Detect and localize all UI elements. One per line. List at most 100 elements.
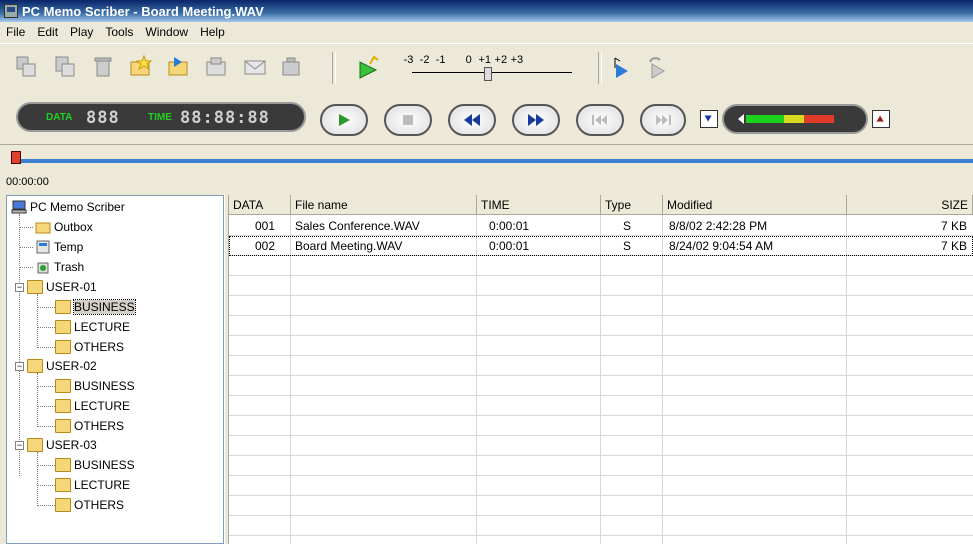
- column-header-size[interactable]: SIZE: [847, 195, 973, 215]
- tree-connector: [19, 227, 33, 228]
- tree-item-user-03-others[interactable]: OTHERS: [55, 496, 124, 514]
- folder-icon: [27, 359, 43, 373]
- menu-file[interactable]: File: [0, 25, 31, 39]
- column-header-data[interactable]: DATA: [229, 195, 291, 215]
- toolbar-separator: [332, 52, 336, 84]
- tree-expander[interactable]: −: [15, 441, 24, 450]
- next-index-button[interactable]: [640, 104, 686, 136]
- copy-icon[interactable]: [14, 54, 40, 80]
- cell-time: 0:00:01: [489, 239, 530, 253]
- export-icon[interactable]: [204, 54, 230, 80]
- tree-item-user-01-business[interactable]: BUSINESS: [55, 298, 136, 316]
- grid-line: [229, 415, 973, 416]
- rewind-button[interactable]: [448, 104, 496, 136]
- speed-scale: -3 -2 -1 0 +1 +2 +3: [402, 54, 524, 66]
- menu-tools[interactable]: Tools: [99, 25, 139, 39]
- note-play-icon[interactable]: [608, 54, 634, 80]
- column-header-type[interactable]: Type: [601, 195, 663, 215]
- temp-icon: [35, 240, 51, 254]
- import-icon[interactable]: [166, 54, 192, 80]
- time-value: 88:88:88: [180, 108, 270, 128]
- speed-label: -3: [403, 54, 414, 66]
- volume-down-button[interactable]: [700, 110, 718, 128]
- volume-up-button[interactable]: [872, 110, 890, 128]
- speed-label: +2: [494, 54, 508, 66]
- cell-time: 0:00:01: [489, 219, 530, 233]
- column-header-time[interactable]: TIME: [477, 195, 601, 215]
- speed-slider-thumb[interactable]: [484, 67, 492, 81]
- cell-file-name: Board Meeting.WAV: [295, 239, 403, 253]
- delete-icon[interactable]: [90, 54, 116, 80]
- grid-line: [229, 455, 973, 456]
- tree-item-user-03-lecture[interactable]: LECTURE: [55, 476, 130, 494]
- speed-label: -2: [419, 54, 430, 66]
- grid-line: [229, 535, 973, 536]
- menu-window[interactable]: Window: [139, 25, 194, 39]
- menu-help[interactable]: Help: [194, 25, 231, 39]
- play-speed-icon[interactable]: [356, 54, 382, 80]
- cell-modified: 8/8/02 2:42:28 PM: [669, 219, 768, 233]
- tree-item-trash[interactable]: Trash: [35, 258, 84, 276]
- fast-forward-button[interactable]: [512, 104, 560, 136]
- menu-edit[interactable]: Edit: [31, 25, 64, 39]
- folder-icon: [27, 280, 43, 294]
- tree-connector: [19, 267, 33, 268]
- column-header-file-name[interactable]: File name: [291, 195, 477, 215]
- app-icon[interactable]: [4, 4, 18, 18]
- tree-item-user-01-others[interactable]: OTHERS: [55, 338, 124, 356]
- speed-label: +1: [478, 54, 492, 66]
- counter-display: DATA 888 TIME 88:88:88: [16, 102, 306, 132]
- table-row[interactable]: 001 Sales Conference.WAV 0:00:01 S 8/8/0…: [229, 216, 973, 236]
- tree-connector: [37, 465, 55, 466]
- tree-item-user-02-lecture[interactable]: LECTURE: [55, 397, 130, 415]
- cell-data: 001: [255, 219, 276, 233]
- file-list: DATA File name TIME Type Modified SIZE 0…: [229, 195, 973, 544]
- tree-item-user-01-lecture[interactable]: LECTURE: [55, 318, 130, 336]
- repeat-play-icon[interactable]: [644, 54, 670, 80]
- folder-icon: [55, 340, 71, 354]
- cell-file-name: Sales Conference.WAV: [295, 219, 420, 233]
- new-folder-icon[interactable]: [128, 54, 154, 80]
- tree-connector: [37, 327, 55, 328]
- move-icon[interactable]: [52, 54, 78, 80]
- grid-line: [229, 275, 973, 276]
- email-icon[interactable]: [242, 54, 268, 80]
- volume-meter[interactable]: [722, 104, 868, 134]
- menu-play[interactable]: Play: [64, 25, 99, 39]
- grid-line: [229, 475, 973, 476]
- tree-connector: [37, 485, 55, 486]
- speed-label: +3: [510, 54, 524, 66]
- folder-icon: [55, 419, 71, 433]
- speed-slider-track[interactable]: [412, 72, 572, 73]
- folder-icon: [55, 379, 71, 393]
- tree-item-outbox[interactable]: Outbox: [35, 218, 93, 236]
- toolbar-separator: [598, 52, 602, 84]
- cell-type: S: [623, 219, 632, 233]
- cell-data: 002: [255, 239, 276, 253]
- tree-item-user-03-business[interactable]: BUSINESS: [55, 456, 135, 474]
- tree-connector: [37, 426, 55, 427]
- grid-line: [229, 495, 973, 496]
- tree-item-temp[interactable]: Temp: [35, 238, 83, 256]
- folder-icon: [55, 300, 71, 314]
- previous-index-button[interactable]: [576, 104, 624, 136]
- stop-button[interactable]: [384, 104, 432, 136]
- grid-line: [229, 375, 973, 376]
- recycle-icon[interactable]: [278, 54, 304, 80]
- tree-connector: [37, 294, 38, 346]
- timeline-marker[interactable]: [11, 151, 21, 164]
- column-header-modified[interactable]: Modified: [663, 195, 847, 215]
- tree-item-user-02-business[interactable]: BUSINESS: [55, 377, 135, 395]
- tree-root[interactable]: PC Memo Scriber: [11, 198, 125, 216]
- trash-icon: [35, 260, 51, 274]
- tree-connector: [37, 505, 55, 506]
- play-button[interactable]: [320, 104, 368, 136]
- folder-icon: [55, 320, 71, 334]
- folder-icon: [55, 478, 71, 492]
- tree-item-user-02-others[interactable]: OTHERS: [55, 417, 124, 435]
- tree-expander[interactable]: −: [15, 283, 24, 292]
- tree-expander[interactable]: −: [15, 362, 24, 371]
- title-bar: PC Memo Scriber - Board Meeting.WAV: [0, 0, 973, 22]
- timeline-track[interactable]: [15, 159, 973, 163]
- table-row[interactable]: 002 Board Meeting.WAV 0:00:01 S 8/24/02 …: [229, 236, 973, 256]
